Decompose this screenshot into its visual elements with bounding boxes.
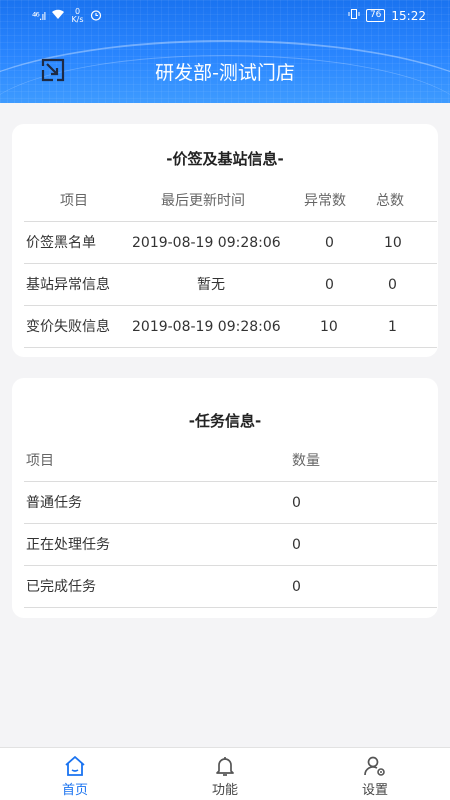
row-item: 正在处理任务 <box>26 537 110 553</box>
card-title: -任务信息- <box>188 412 262 430</box>
row-item: 变价失败信息 <box>26 319 110 335</box>
card-title: -价签及基站信息- <box>166 150 284 168</box>
signal-icon: ⁴⁶.ıl <box>32 9 46 23</box>
app-header: ⁴⁶.ıl 0 K/s 76 15:22 研发部-测试门店 <box>0 0 450 103</box>
nav-item-home[interactable]: 首页 <box>30 748 120 800</box>
time: 15:22 <box>391 8 426 23</box>
network-speed-unit: K/s <box>71 15 84 24</box>
task-info-card: -任务信息- 项目 数量 普通任务 0 正在处理任务 0 已完成任务 0 <box>12 378 438 618</box>
row-count: 0 <box>292 495 301 511</box>
bell-icon <box>216 757 234 776</box>
wifi-icon <box>51 9 65 23</box>
nav-label-settings: 设置 <box>361 783 388 798</box>
column-header: 异常数 <box>304 193 346 209</box>
table-header: 项目 数量 <box>24 440 437 482</box>
nav-item-settings[interactable]: 设置 <box>330 748 420 800</box>
nav-item-functions[interactable]: 功能 <box>180 748 270 800</box>
row-item: 基站异常信息 <box>26 277 110 293</box>
column-header: 最后更新时间 <box>161 193 245 209</box>
nav-label-home: 首页 <box>61 783 88 798</box>
column-header: 数量 <box>292 453 320 469</box>
column-header: 项目 <box>26 453 54 469</box>
table-row[interactable]: 变价失败信息 2019-08-19 09:28:06 10 1 <box>24 306 437 348</box>
row-total: 10 <box>384 235 402 251</box>
table-row[interactable]: 基站异常信息 暂无 0 0 <box>24 264 437 306</box>
row-count: 0 <box>292 537 301 553</box>
vibrate-icon <box>348 8 360 23</box>
battery-icon: 76 <box>365 9 386 22</box>
table-row[interactable]: 正在处理任务 0 <box>24 524 437 566</box>
status-bar: ⁴⁶.ıl 0 K/s 76 15:22 <box>0 0 450 32</box>
user-settings-icon <box>364 756 385 776</box>
row-count: 0 <box>292 579 301 595</box>
table-row[interactable]: 价签黑名单 2019-08-19 09:28:06 0 10 <box>24 222 437 264</box>
page-title: 研发部-测试门店 <box>155 62 295 84</box>
row-time: 2019-08-19 09:28:06 <box>132 319 281 335</box>
table-header: 项目 最后更新时间 异常数 总数 <box>24 180 437 222</box>
row-abnormal: 0 <box>325 277 334 293</box>
network-speed: 0 K/s <box>71 8 83 24</box>
table-row[interactable]: 已完成任务 0 <box>24 566 437 608</box>
bottom-navigation: 首页 功能 设置 <box>0 747 450 800</box>
row-time: 2019-08-19 09:28:06 <box>132 235 281 251</box>
alarm-icon <box>90 9 102 24</box>
row-abnormal: 10 <box>320 319 338 335</box>
price-tag-station-card: -价签及基站信息- 项目 最后更新时间 异常数 总数 价签黑名单 2019-08… <box>12 124 438 357</box>
column-header: 总数 <box>376 193 404 209</box>
nav-label-functions: 功能 <box>211 783 238 798</box>
row-total: 0 <box>388 277 397 293</box>
column-header: 项目 <box>60 193 88 209</box>
row-time: 暂无 <box>197 277 225 293</box>
row-item: 价签黑名单 <box>26 235 96 251</box>
row-abnormal: 0 <box>325 235 334 251</box>
row-total: 1 <box>388 319 397 335</box>
row-item: 已完成任务 <box>26 579 96 595</box>
table-row[interactable]: 普通任务 0 <box>24 482 437 524</box>
row-item: 普通任务 <box>26 495 82 511</box>
home-icon <box>65 756 85 776</box>
